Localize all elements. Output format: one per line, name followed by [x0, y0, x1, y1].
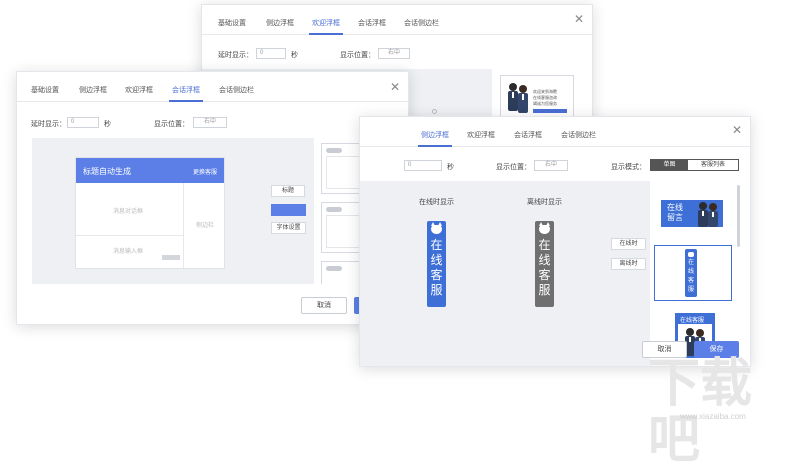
tab-side-float[interactable]: 侧边浮框 — [266, 18, 294, 28]
chat-window-preview: 标题自动生成 更换客服 消息对话框 消息输入框 侧边栏 — [75, 157, 225, 270]
tab-side-float[interactable]: 侧边浮框 — [418, 130, 452, 147]
banner-scrollbar[interactable] — [737, 185, 740, 247]
dialog-side-float: 侧边浮框 欢迎浮框 会话浮框 会话侧边栏 ✕ 0 秒 显示位置： 右中 显示模式… — [359, 116, 751, 367]
delay-label: 延时显示： — [218, 52, 253, 59]
tab-chat-sidebar[interactable]: 会话侧边栏 — [561, 130, 596, 140]
offline-display-label: 离线时显示 — [527, 199, 562, 206]
close-icon[interactable]: ✕ — [390, 81, 400, 93]
welcome-card-bar — [533, 109, 567, 113]
chat-header-title: 标题自动生成 — [83, 167, 131, 176]
position-select[interactable]: 右中 — [534, 160, 568, 171]
watermark-url: www.xiazaiba.com — [680, 412, 746, 421]
close-icon[interactable]: ✕ — [574, 13, 584, 25]
banner-list: 在线 留言 在 线 客 服 在线客服 — [650, 181, 740, 366]
preview-dot-icon — [432, 109, 437, 114]
banner-leave-message[interactable]: 在线 留言 — [661, 200, 723, 227]
tab-side-float[interactable]: 侧边浮框 — [79, 85, 107, 95]
position-select[interactable]: 右中 — [193, 117, 227, 128]
online-display-label: 在线时显示 — [419, 199, 454, 206]
font-settings-button[interactable]: 字体设置 — [271, 222, 306, 234]
tab-basic-settings[interactable]: 基础设置 — [218, 18, 246, 28]
color-swatch[interactable] — [271, 204, 306, 216]
position-label: 显示位置： — [496, 164, 531, 171]
delay-unit: 秒 — [291, 52, 298, 59]
welcome-card-thumbnail[interactable]: 欢迎来到海瞻 在线客服咨询 竭诚为您服务 — [500, 75, 574, 120]
tab-welcome-float[interactable]: 欢迎浮框 — [125, 85, 153, 95]
agents-illustration — [698, 202, 718, 227]
position-label: 显示位置： — [154, 121, 189, 128]
mode-agent-list[interactable]: 客服列表 — [688, 160, 738, 170]
title-button[interactable]: 标题 — [271, 185, 305, 197]
tab-welcome-float[interactable]: 欢迎浮框 — [309, 18, 343, 35]
agents-illustration — [508, 83, 528, 113]
mode-toggle: 单图 客服列表 — [650, 159, 739, 171]
tab-chat-float[interactable]: 会话浮框 — [358, 18, 386, 28]
cancel-button[interactable]: 取消 — [301, 297, 347, 314]
mode-single-image[interactable]: 单图 — [651, 160, 688, 170]
welcome-card-text: 欢迎来到海瞻 在线客服咨询 竭诚为您服务 — [533, 89, 557, 106]
delay-input[interactable]: 0 — [67, 117, 99, 128]
chat-header[interactable]: 标题自动生成 更换客服 — [76, 158, 224, 183]
delay-unit: 秒 — [447, 164, 454, 171]
delay-input[interactable]: 0 — [256, 48, 286, 59]
delay-unit: 秒 — [104, 121, 111, 128]
offline-state-button[interactable]: 离线时 — [611, 258, 646, 270]
send-button-preview — [162, 255, 180, 260]
tab-chat-float[interactable]: 会话浮框 — [169, 85, 203, 102]
tab-chat-sidebar[interactable]: 会话侧边栏 — [219, 85, 254, 95]
position-label: 显示位置： — [340, 52, 375, 59]
sidebar-area: 侧边栏 — [196, 223, 215, 229]
online-state-button[interactable]: 在线时 — [611, 238, 646, 250]
delay-input[interactable]: 0 — [404, 160, 442, 171]
preview-area: 在线时显示 离线时显示 在 线 客 服 在 线 客 服 在线时 离线时 — [360, 181, 650, 366]
input-area: 消息输入框 — [76, 236, 184, 270]
tab-welcome-float[interactable]: 欢迎浮框 — [467, 130, 495, 140]
position-select[interactable]: 右中 — [378, 48, 410, 59]
tab-chat-sidebar[interactable]: 会话侧边栏 — [404, 18, 439, 28]
cat-icon — [431, 222, 442, 234]
message-area: 消息对话框 — [76, 183, 184, 236]
tab-bar: 侧边浮框 欢迎浮框 会话浮框 会话侧边栏 — [360, 117, 750, 147]
switch-agent-link[interactable]: 更换客服 — [193, 167, 217, 176]
delay-label: 延时显示： — [31, 121, 66, 128]
mode-label: 显示模式： — [611, 164, 646, 171]
tab-bar: 基础设置 侧边浮框 欢迎浮框 会话浮框 会话侧边栏 — [17, 72, 408, 102]
tab-chat-float[interactable]: 会话浮框 — [514, 130, 542, 140]
online-float-bar[interactable]: 在 线 客 服 — [427, 221, 446, 307]
banner-vertical-selected[interactable]: 在 线 客 服 — [654, 245, 732, 301]
tab-bar: 基础设置 侧边浮框 欢迎浮框 会话浮框 会话侧边栏 — [202, 5, 592, 35]
dialog-chat-float: 基础设置 侧边浮框 欢迎浮框 会话浮框 会话侧边栏 ✕ 延时显示： 0 秒 显示… — [16, 71, 409, 325]
cat-icon — [539, 222, 550, 234]
tab-basic-settings[interactable]: 基础设置 — [31, 85, 59, 95]
close-icon[interactable]: ✕ — [732, 124, 742, 136]
offline-float-bar[interactable]: 在 线 客 服 — [535, 221, 554, 307]
